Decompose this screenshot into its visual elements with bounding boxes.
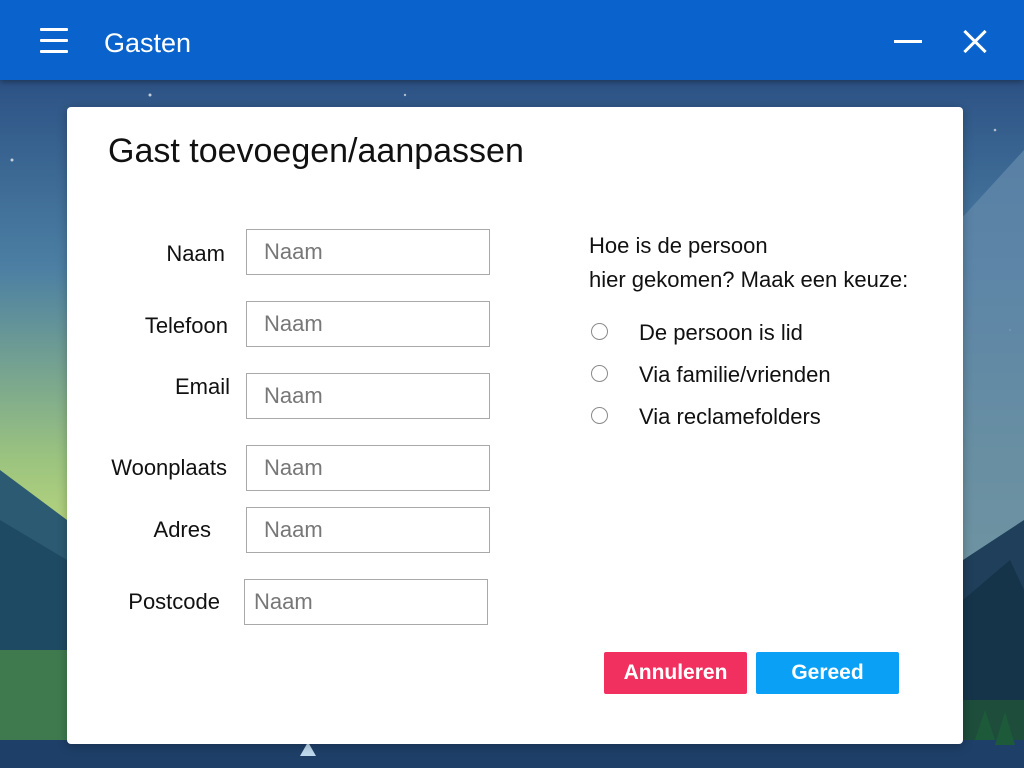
phone-input[interactable] xyxy=(246,301,490,347)
city-label: Woonplaats xyxy=(111,455,227,480)
dialog-title: Gast toevoegen/aanpassen xyxy=(108,132,524,170)
phone-label: Telefoon xyxy=(144,313,228,338)
radio-option-label: Via reclamefolders xyxy=(639,404,821,429)
postcode-input[interactable] xyxy=(244,579,488,625)
source-question-line-1: Hoe is de persoon xyxy=(589,233,768,258)
hamburger-menu-icon[interactable] xyxy=(36,24,72,56)
source-question-line-2: hier gekomen? Maak een keuze: xyxy=(589,267,909,292)
name-label: Naam xyxy=(166,241,225,266)
radio-option-label: Via familie/vrienden xyxy=(639,362,831,387)
minimize-icon[interactable] xyxy=(888,24,928,58)
radio-unchecked-icon[interactable] xyxy=(591,407,608,424)
radio-unchecked-icon[interactable] xyxy=(591,365,608,382)
name-input[interactable] xyxy=(246,229,490,275)
address-label: Adres xyxy=(153,517,211,542)
city-input[interactable] xyxy=(246,445,490,491)
done-button[interactable]: Gereed xyxy=(756,652,899,694)
radio-option-label: De persoon is lid xyxy=(639,320,803,345)
cancel-button[interactable]: Annuleren xyxy=(604,652,747,694)
email-input[interactable] xyxy=(246,373,490,419)
app-title: Gasten xyxy=(104,28,192,58)
source-question: Hoe is de persoon hier gekomen? Maak een… xyxy=(589,229,949,297)
email-label: Email xyxy=(174,374,230,399)
postcode-label: Postcode xyxy=(128,589,220,614)
address-input[interactable] xyxy=(246,507,490,553)
guest-dialog: Gast toevoegen/aanpassen Naam Telefoon E… xyxy=(67,107,963,744)
close-icon[interactable] xyxy=(956,24,996,58)
title-bar: Gasten xyxy=(0,0,1024,80)
radio-unchecked-icon[interactable] xyxy=(591,323,608,340)
